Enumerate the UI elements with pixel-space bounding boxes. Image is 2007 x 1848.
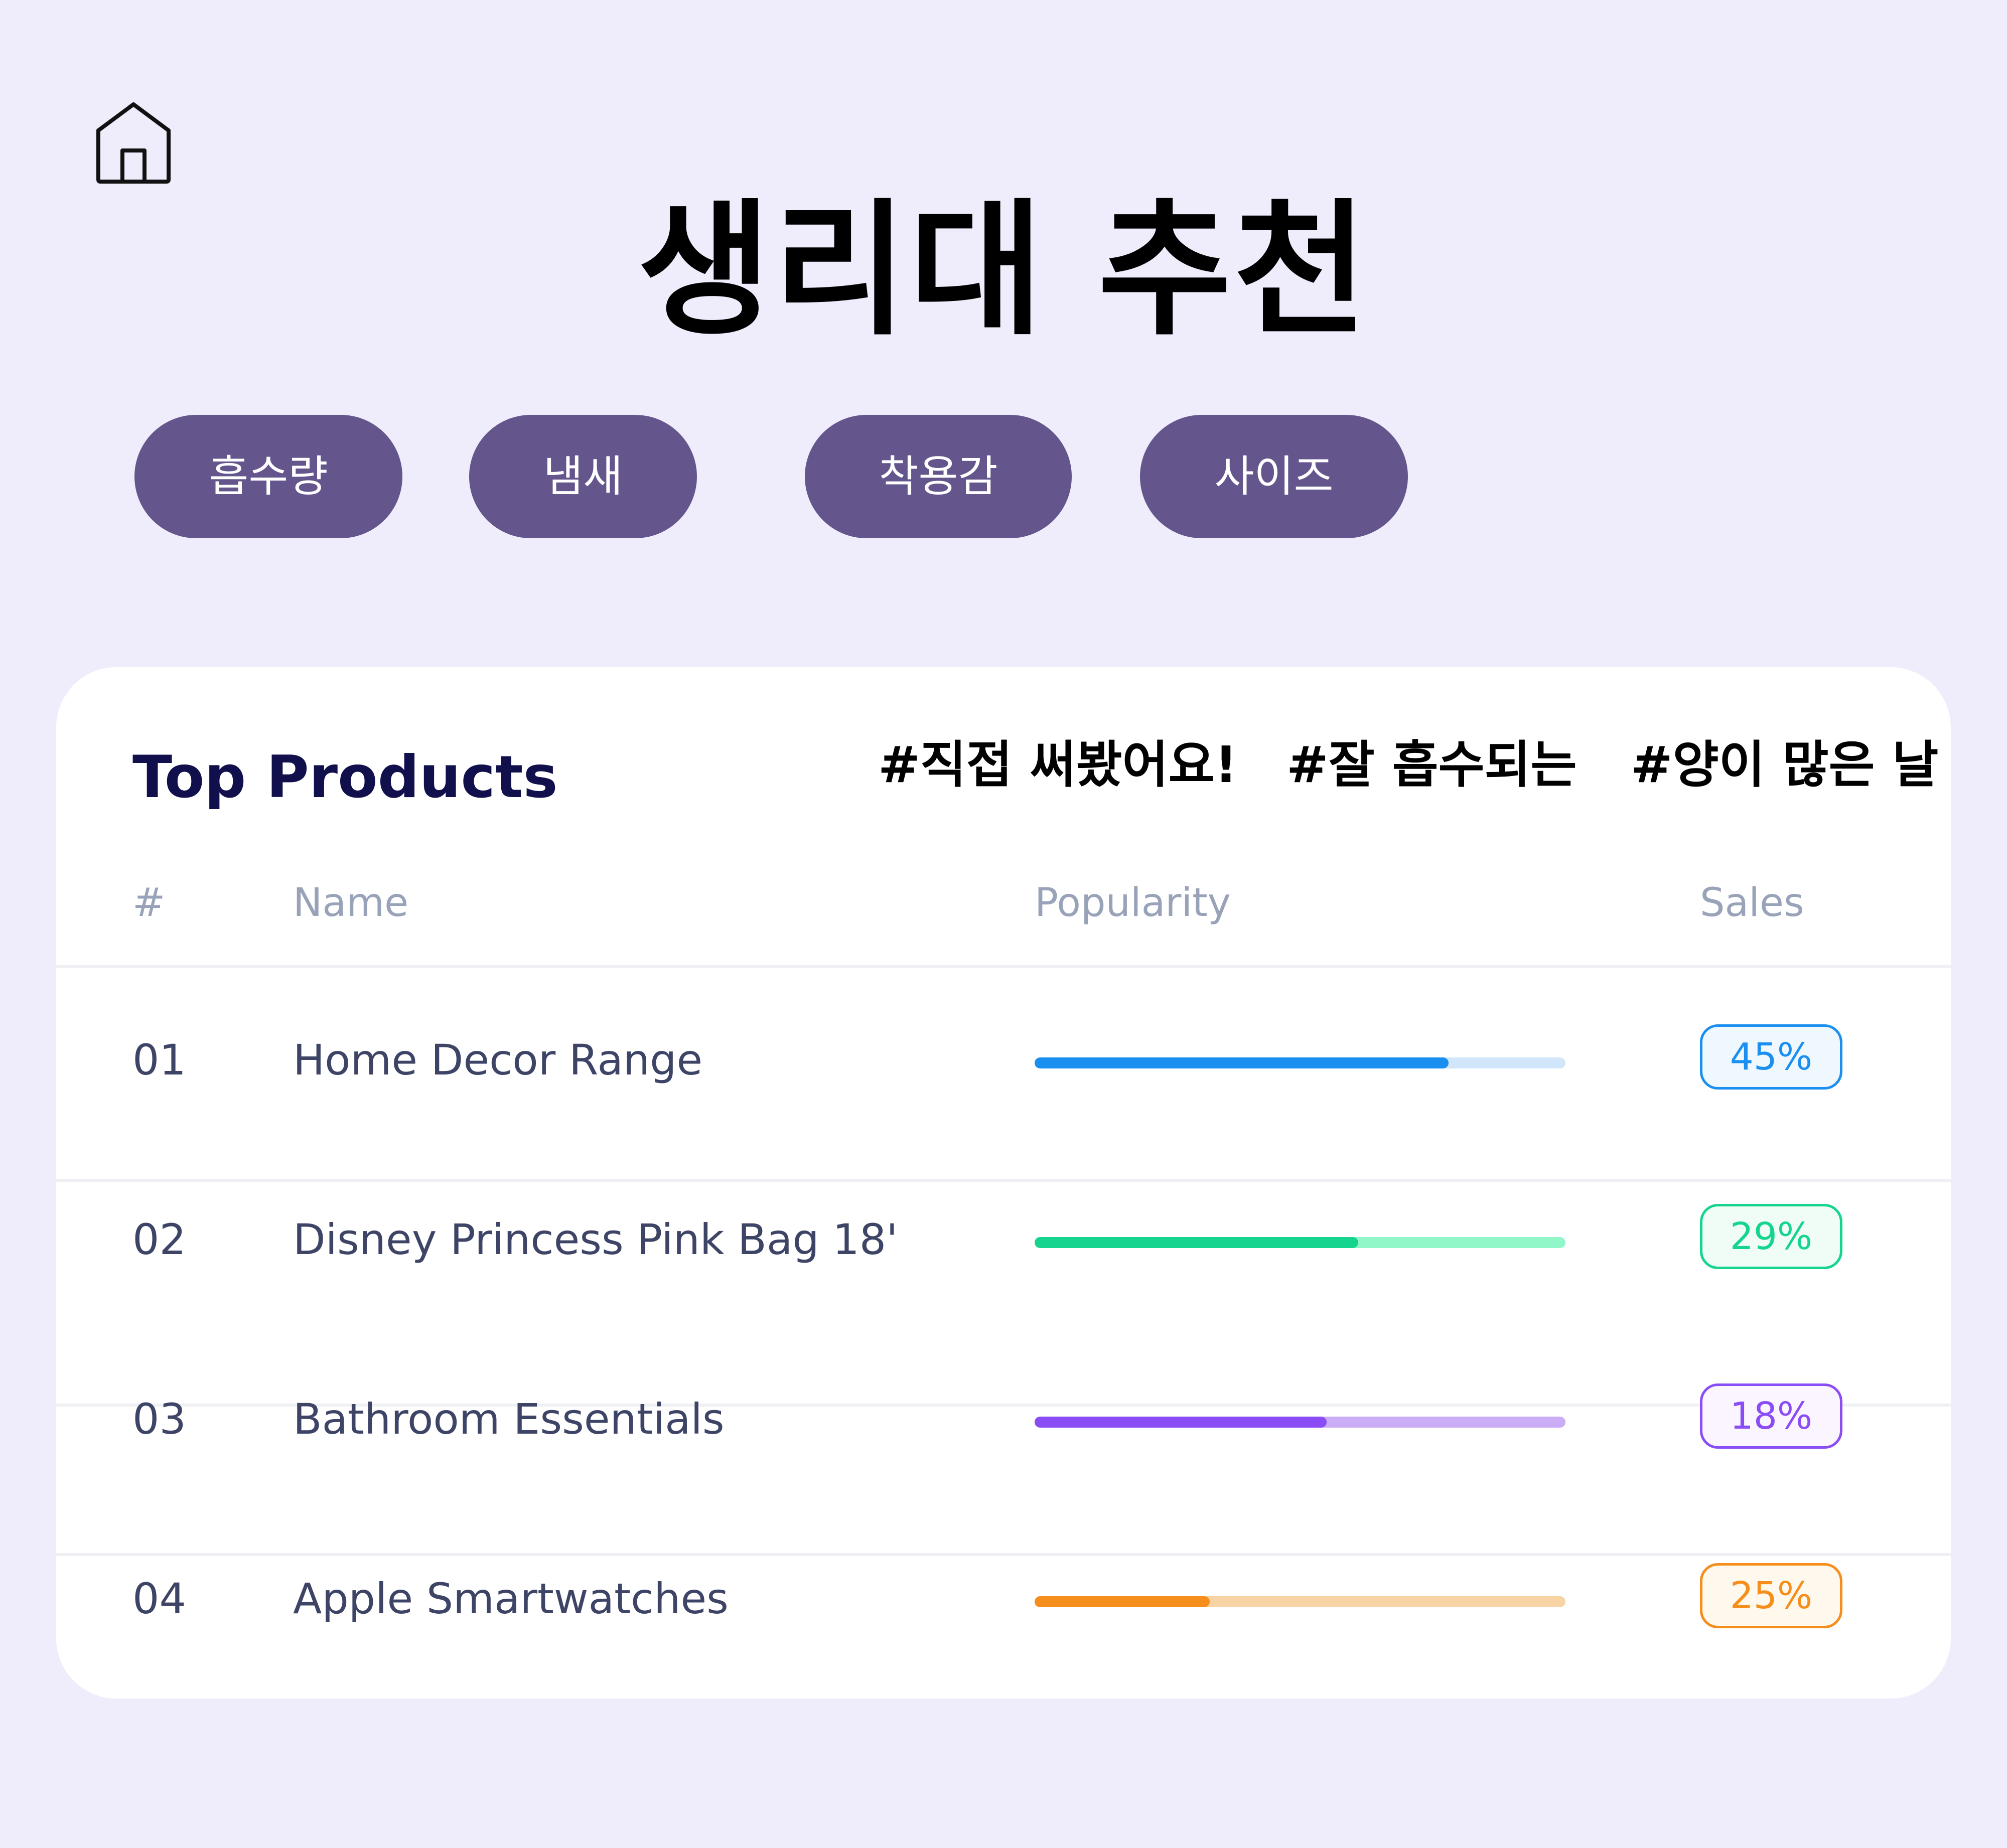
product-name: Home Decor Range [293,1035,703,1085]
popularity-bar [1035,1237,1565,1248]
filter-button-odor[interactable]: 냄새 [469,415,697,538]
table-row[interactable]: 02 Disney Princess Pink Bag 18' 29% [56,1193,1951,1293]
home-icon[interactable] [93,100,174,186]
row-number: 04 [132,1574,186,1623]
popularity-bar [1035,1417,1565,1428]
page-title: 생리대 추천 [637,186,1370,355]
column-header-sales: Sales [1700,880,1804,926]
hashtag-absorbs-well[interactable]: #잘 흡수되는 [1286,732,1577,798]
popularity-bar [1035,1596,1565,1607]
row-number: 02 [132,1215,186,1264]
product-name: Disney Princess Pink Bag 18' [293,1215,898,1264]
popularity-bar-fill [1035,1237,1359,1248]
product-name: Apple Smartwatches [293,1574,729,1623]
hashtag-tried-myself[interactable]: #직접 써봤어요! [878,732,1237,798]
sales-badge: 18% [1700,1383,1842,1449]
hashtag-heavy-day[interactable]: #양이 많은 날 [1631,732,1938,798]
row-number: 01 [132,1035,186,1085]
popularity-bar [1035,1057,1565,1068]
popularity-bar-fill [1035,1596,1210,1607]
filter-button-absorbency[interactable]: 흡수량 [134,415,402,538]
header-divider [56,965,1951,968]
card-title: Top Products [132,743,558,811]
popularity-bar-fill [1035,1417,1327,1428]
filter-button-comfort[interactable]: 착용감 [805,415,1072,538]
sales-badge: 45% [1700,1024,1842,1090]
column-header-number: # [132,880,166,926]
product-name: Bathroom Essentials [293,1395,725,1444]
table-row[interactable]: 01 Home Decor Range 45% [56,1013,1951,1114]
table-row[interactable]: 04 Apple Smartwatches 25% [56,1552,1951,1652]
table-row[interactable]: 03 Bathroom Essentials 18% [56,1372,1951,1473]
top-products-card: Top Products #직접 써봤어요! #잘 흡수되는 #양이 많은 날 … [56,667,1951,1699]
sales-badge: 29% [1700,1204,1842,1269]
sales-badge: 25% [1700,1563,1842,1628]
column-header-name: Name [293,880,409,926]
filter-button-size[interactable]: 사이즈 [1140,415,1408,538]
row-number: 03 [132,1395,186,1444]
row-divider [56,1179,1951,1182]
column-header-popularity: Popularity [1035,880,1231,926]
popularity-bar-fill [1035,1057,1449,1068]
